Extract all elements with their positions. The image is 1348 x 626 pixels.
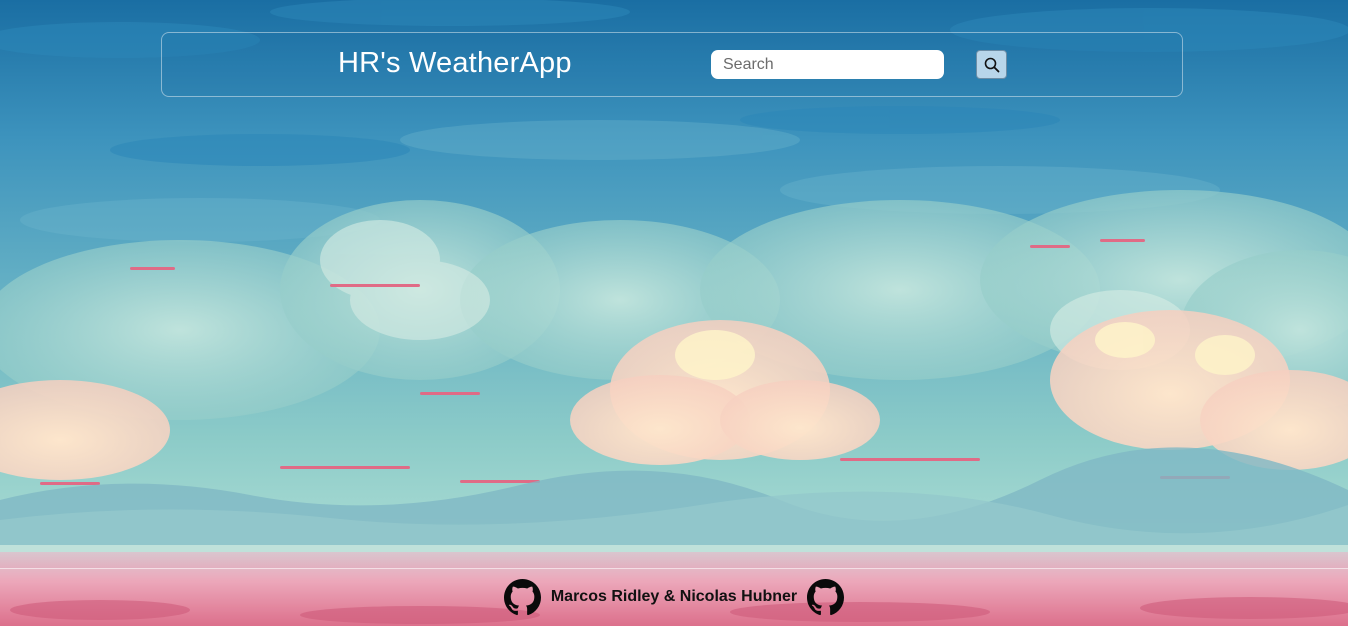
footer-credits: Marcos Ridley & Nicolas Hubner: [550, 588, 798, 605]
search-icon: [984, 57, 999, 72]
header-bar: HR's WeatherApp: [161, 32, 1183, 97]
app-title: HR's WeatherApp: [338, 47, 572, 79]
footer: Marcos Ridley & Nicolas Hubner: [0, 568, 1348, 626]
github-link-left[interactable]: [503, 578, 541, 616]
search-button[interactable]: [976, 50, 1007, 79]
footer-credits-row: Marcos Ridley & Nicolas Hubner: [0, 578, 1348, 616]
github-icon: [807, 578, 845, 615]
github-icon: [503, 578, 541, 615]
github-link-right[interactable]: [807, 578, 845, 616]
search-input[interactable]: [711, 50, 944, 79]
